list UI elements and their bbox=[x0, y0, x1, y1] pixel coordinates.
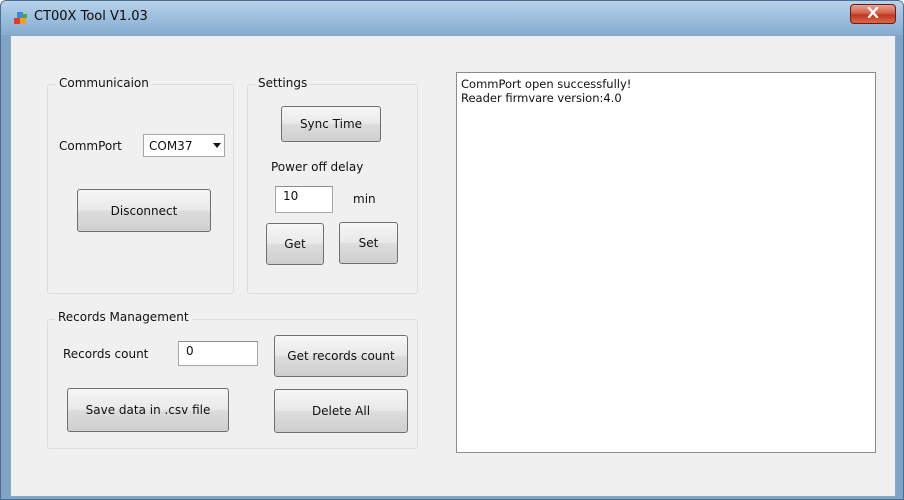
log-line: CommPort open successfully! bbox=[461, 77, 632, 91]
commport-select[interactable]: COM37 bbox=[143, 134, 225, 157]
communication-group-title: Communicaion bbox=[56, 76, 152, 90]
log-line: Reader firmvare version:4.0 bbox=[461, 91, 622, 105]
power-off-delay-input[interactable]: 10 bbox=[275, 186, 333, 213]
settings-group-title: Settings bbox=[255, 76, 311, 90]
commport-selected-value: COM37 bbox=[149, 138, 193, 153]
log-output[interactable]: CommPort open successfully! Reader firmv… bbox=[456, 72, 876, 453]
records-count-label: Records count bbox=[63, 347, 149, 361]
colorful-blocks-icon bbox=[13, 10, 29, 26]
title-bar[interactable]: CT00X Tool V1.03 bbox=[1, 1, 903, 35]
set-delay-button[interactable]: Set bbox=[339, 222, 398, 264]
power-off-delay-label: Power off delay bbox=[271, 160, 364, 174]
records-group-title: Records Management bbox=[55, 310, 192, 324]
commport-label: CommPort bbox=[59, 139, 122, 153]
delay-unit-label: min bbox=[353, 192, 376, 206]
window-title: CT00X Tool V1.03 bbox=[34, 9, 148, 24]
disconnect-button[interactable]: Disconnect bbox=[77, 189, 211, 232]
get-delay-button[interactable]: Get bbox=[266, 223, 324, 265]
get-records-count-button[interactable]: Get records count bbox=[274, 335, 408, 377]
close-icon bbox=[867, 6, 879, 21]
delete-all-button[interactable]: Delete All bbox=[274, 389, 408, 433]
close-button[interactable] bbox=[850, 4, 896, 24]
client-area: Communicaion CommPort COM37 Disconnect S… bbox=[10, 35, 896, 497]
chevron-down-icon[interactable] bbox=[213, 143, 221, 148]
sync-time-button[interactable]: Sync Time bbox=[281, 106, 381, 142]
save-csv-button[interactable]: Save data in .csv file bbox=[67, 388, 229, 432]
app-window: CT00X Tool V1.03 Communicaion CommPort C… bbox=[0, 0, 904, 500]
records-count-input[interactable]: 0 bbox=[178, 341, 258, 366]
